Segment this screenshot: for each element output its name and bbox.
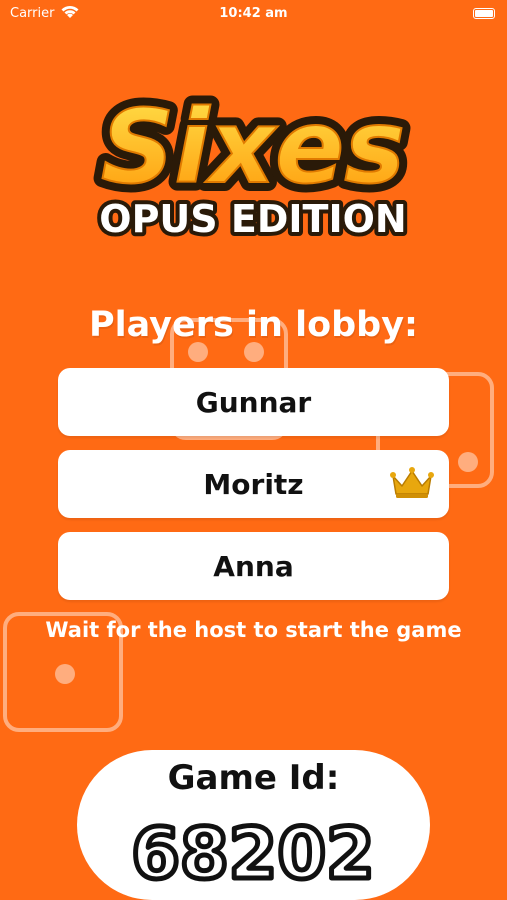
status-bar: Carrier 10:42 am (0, 0, 507, 28)
svg-text:68202: 68202 (131, 813, 375, 895)
player-name: Gunnar (195, 385, 312, 419)
game-id-panel: Game Id: 68202 (77, 750, 430, 900)
battery-icon (473, 8, 495, 19)
logo-edition: OPUS EDITION (99, 197, 406, 241)
player-card: Moritz (58, 450, 449, 518)
player-card: Gunnar (58, 368, 449, 436)
lobby-heading: Players in lobby: (88, 305, 419, 345)
player-card: Anna (58, 532, 449, 600)
logo-title: Sixes (101, 88, 405, 207)
game-id-label: Game Id: (167, 758, 340, 798)
crown-icon (390, 467, 434, 498)
game-id-value: 68202 (129, 811, 378, 898)
clock-label: 10:42 am (219, 6, 288, 21)
player-name: Anna (213, 549, 294, 583)
sixes-logo: Sixes Sixes OPUS EDITION OPUS EDITION (0, 62, 507, 252)
wait-message: Wait for the host to start the game (45, 618, 462, 642)
